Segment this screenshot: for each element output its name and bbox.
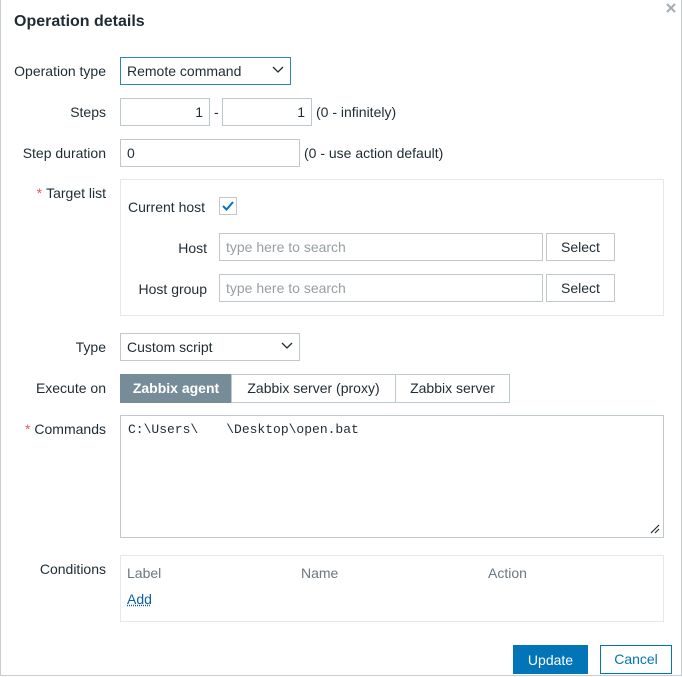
- execute-on-zabbix-server[interactable]: Zabbix server: [395, 374, 510, 403]
- step-duration-hint: (0 - use action default): [304, 145, 444, 161]
- chevron-down-icon: [281, 342, 293, 349]
- conditions-add-link[interactable]: Add: [127, 591, 152, 607]
- commands-text-part2: \Desktop\open.bat: [226, 422, 359, 437]
- current-host-label: Current host: [128, 199, 206, 215]
- operation-type-select[interactable]: Remote command: [120, 57, 291, 85]
- steps-label: Steps: [70, 104, 106, 120]
- conditions-table: [120, 555, 664, 622]
- host-group-select-button[interactable]: Select: [546, 274, 615, 302]
- host-label: Host: [178, 240, 207, 256]
- conditions-column-action: Action: [488, 565, 527, 581]
- commands-label: * Commands: [25, 421, 106, 437]
- commands-text-part1: C:\Users\: [128, 422, 199, 437]
- host-group-search-input[interactable]: [219, 274, 543, 302]
- conditions-column-label: Label: [127, 565, 162, 581]
- chevron-down-icon: [272, 66, 284, 73]
- step-duration-label: Step duration: [22, 145, 106, 161]
- commands-label-text: Commands: [34, 421, 106, 437]
- operation-type-label: Operation type: [14, 63, 106, 79]
- required-marker: *: [24, 421, 31, 437]
- cancel-button[interactable]: Cancel: [600, 645, 672, 674]
- conditions-column-name: Name: [301, 565, 339, 581]
- target-list-box: Current host Host Select Host group Sele…: [120, 179, 664, 316]
- host-group-label: Host group: [138, 281, 207, 297]
- commands-textarea[interactable]: C:\Users\ \Desktop\open.bat: [120, 415, 664, 538]
- operation-type-value: Remote command: [127, 63, 242, 79]
- update-button[interactable]: Update: [513, 645, 588, 674]
- required-marker: *: [36, 185, 43, 201]
- host-search-input[interactable]: [219, 233, 543, 261]
- steps-separator: -: [214, 104, 219, 120]
- host-select-button[interactable]: Select: [546, 233, 615, 261]
- steps-from-input[interactable]: [120, 98, 210, 126]
- steps-to-input[interactable]: [222, 98, 312, 126]
- execute-on-zabbix-agent[interactable]: Zabbix agent: [120, 374, 232, 403]
- checkmark-icon: [222, 201, 234, 211]
- close-icon[interactable]: [665, 2, 679, 16]
- current-host-checkbox[interactable]: [219, 197, 237, 215]
- target-list-label-text: Target list: [46, 185, 106, 201]
- operation-details-dialog: Operation details Operation type Remote …: [0, 0, 682, 676]
- type-select[interactable]: Custom script: [120, 333, 300, 361]
- execute-on-label: Execute on: [35, 380, 106, 396]
- type-label: Type: [75, 339, 106, 355]
- conditions-label: Conditions: [39, 561, 106, 577]
- dialog-title: Operation details: [14, 13, 145, 30]
- step-duration-input[interactable]: [120, 139, 300, 167]
- resize-handle-icon[interactable]: [648, 522, 660, 534]
- type-value: Custom script: [127, 339, 213, 355]
- target-list-label: * Target list: [37, 185, 106, 201]
- execute-on-zabbix-server-proxy[interactable]: Zabbix server (proxy): [231, 374, 396, 403]
- steps-hint: (0 - infinitely): [316, 104, 397, 120]
